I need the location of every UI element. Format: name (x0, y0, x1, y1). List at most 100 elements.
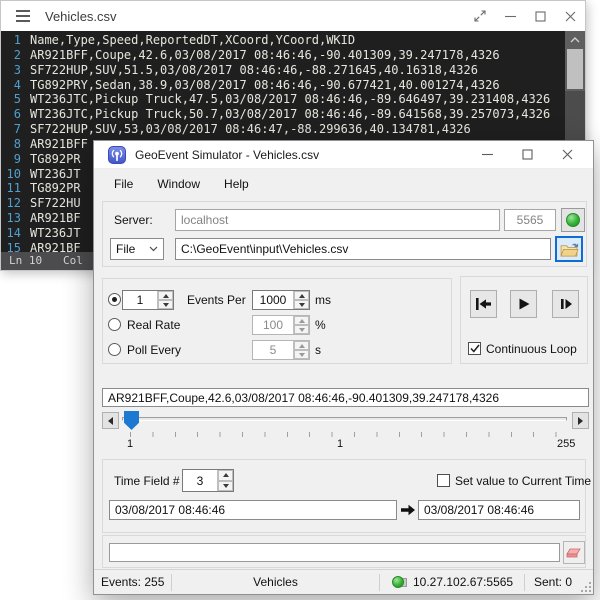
line-text: Name,Type,Speed,ReportedDT,XCoord,YCoord… (30, 33, 355, 48)
resize-grip[interactable] (581, 582, 591, 592)
line-text: SF722HUP,SUV,51.5,03/08/2017 08:46:46,-8… (30, 63, 478, 78)
line-text: SF722HUP,SUV,53,03/08/2017 08:46:47,-88.… (30, 122, 471, 137)
event-time-from-field[interactable]: 03/08/2017 08:46:46 (109, 500, 397, 520)
editor-maximize-button[interactable] (525, 1, 555, 31)
file-path-input[interactable]: C:\GeoEvent\input\Vehicles.csv (175, 238, 551, 260)
expand-diagonal-icon[interactable] (465, 1, 495, 31)
line-number: 12 (1, 196, 21, 211)
line-text: TG892PRY,Sedan,38.9,03/08/2017 08:46:46,… (30, 78, 500, 93)
scrollbar-thumb[interactable] (567, 49, 583, 89)
line-text: SF722HU (30, 196, 81, 211)
message-group (102, 535, 586, 568)
play-button[interactable] (510, 290, 537, 318)
message-field[interactable] (109, 543, 560, 562)
spinner-down-icon[interactable] (158, 300, 173, 309)
skip-to-start-icon (475, 297, 492, 311)
set-current-time-checkbox[interactable] (437, 474, 450, 487)
editor-titlebar: Vehicles.csv (1, 1, 585, 31)
clear-button[interactable] (563, 541, 585, 564)
source-type-select[interactable]: File (110, 238, 164, 260)
line-number: 13 (1, 211, 21, 226)
maximize-button[interactable] (507, 141, 547, 169)
poll-spinner: 5 (252, 340, 310, 360)
spinner-up-icon[interactable] (294, 291, 309, 300)
slider-ticks (130, 432, 563, 437)
editor-line: 4TG892PRY,Sedan,38.9,03/08/2017 08:46:46… (1, 78, 565, 93)
slider-left-button[interactable] (102, 412, 119, 429)
line-text: WT236JTC,Pickup Truck,47.5,03/08/2017 08… (30, 92, 550, 107)
connection-orb-icon (566, 213, 580, 227)
line-text: WT236JT (30, 226, 81, 241)
column-indicator: Col (63, 252, 83, 270)
radio-events-per[interactable] (108, 293, 121, 306)
line-text: AR921BFF (30, 137, 88, 152)
editor-line: 1Name,Type,Speed,ReportedDT,XCoord,YCoor… (1, 33, 565, 48)
radio-poll-every[interactable] (108, 343, 121, 356)
slider-track[interactable] (122, 417, 567, 421)
menu-item-file[interactable]: File (102, 173, 145, 195)
current-event-field[interactable]: AR921BFF,Coupe,42.6,03/08/2017 08:46:46,… (102, 388, 589, 407)
server-port-input[interactable]: 5565 (504, 209, 556, 231)
line-text: WT236JT (30, 167, 81, 182)
radio-real-rate[interactable] (108, 318, 121, 331)
continuous-loop-label[interactable]: Continuous Loop (486, 342, 577, 356)
editor-close-button[interactable] (555, 1, 585, 31)
simulator-titlebar: GeoEvent Simulator - Vehicles.csv (94, 141, 593, 169)
percent-unit-label: % (315, 318, 326, 332)
spinner-up-icon (294, 341, 309, 350)
server-host-input[interactable]: localhost (175, 209, 500, 231)
close-button[interactable] (547, 141, 587, 169)
endpoint-status: 10.27.102.67:5565 (413, 575, 513, 589)
connection-group: Server: localhost 5565 File C:\GeoEvent\… (102, 201, 587, 267)
spinner-up-icon[interactable] (158, 291, 173, 300)
seconds-unit-label: s (315, 343, 321, 357)
editor-title: Vehicles.csv (45, 9, 117, 24)
slider-end-label: 255 (557, 438, 575, 450)
set-current-time-label[interactable]: Set value to Current Time (455, 474, 591, 488)
events-count-spinner[interactable]: 1 (122, 290, 174, 310)
server-label: Server: (114, 213, 153, 227)
line-text: TG892PR (30, 181, 81, 196)
hamburger-menu-icon[interactable] (16, 7, 30, 25)
poll-value: 5 (253, 343, 293, 357)
browse-button[interactable] (555, 236, 583, 262)
slider-right-button[interactable] (572, 412, 589, 429)
time-field-value: 3 (183, 474, 217, 488)
line-number: 11 (1, 181, 21, 196)
step-forward-button[interactable] (552, 290, 579, 318)
line-text: WT236JTC,Pickup Truck,50.7,03/08/2017 08… (30, 107, 550, 122)
open-folder-icon (560, 242, 579, 257)
eraser-icon (566, 547, 582, 559)
editor-line: 3SF722HUP,SUV,51.5,03/08/2017 08:46:46,-… (1, 63, 565, 78)
spinner-down-icon[interactable] (218, 481, 233, 492)
line-number: 2 (1, 48, 21, 63)
time-field-spinner[interactable]: 3 (182, 469, 234, 492)
poll-every-label[interactable]: Poll Every (127, 343, 181, 357)
spinner-down-icon[interactable] (294, 300, 309, 309)
connection-status-icon (392, 576, 407, 588)
line-indicator: Ln 10 (9, 252, 42, 270)
events-per-label: Events Per (187, 293, 246, 307)
menu-item-help[interactable]: Help (212, 173, 261, 195)
minimize-button[interactable] (467, 141, 507, 169)
slider-thumb[interactable] (124, 411, 139, 430)
line-number: 15 (1, 241, 21, 252)
editor-line: 6WT236JTC,Pickup Truck,50.7,03/08/2017 0… (1, 107, 565, 122)
interval-spinner[interactable]: 1000 (252, 290, 310, 310)
event-time-to-field[interactable]: 03/08/2017 08:46:46 (418, 500, 580, 520)
window-title: GeoEvent Simulator - Vehicles.csv (135, 148, 319, 162)
interval-value: 1000 (253, 293, 293, 307)
line-number: 9 (1, 152, 21, 167)
menu-item-window[interactable]: Window (145, 173, 212, 195)
editor-minimize-button[interactable] (495, 1, 525, 31)
events-count-status: Events: 255 (94, 570, 171, 594)
connect-button[interactable] (561, 208, 585, 232)
editor-line: 7 SF722HUP,SUV,53,03/08/2017 08:46:47,-88… (1, 122, 565, 137)
real-rate-label[interactable]: Real Rate (127, 318, 180, 332)
spinner-up-icon[interactable] (218, 470, 233, 481)
restart-button[interactable] (470, 290, 497, 318)
continuous-loop-checkbox[interactable] (468, 342, 481, 355)
scroll-up-icon[interactable] (565, 31, 585, 48)
spinner-down-icon (294, 325, 309, 334)
line-number: 7 (1, 122, 21, 137)
